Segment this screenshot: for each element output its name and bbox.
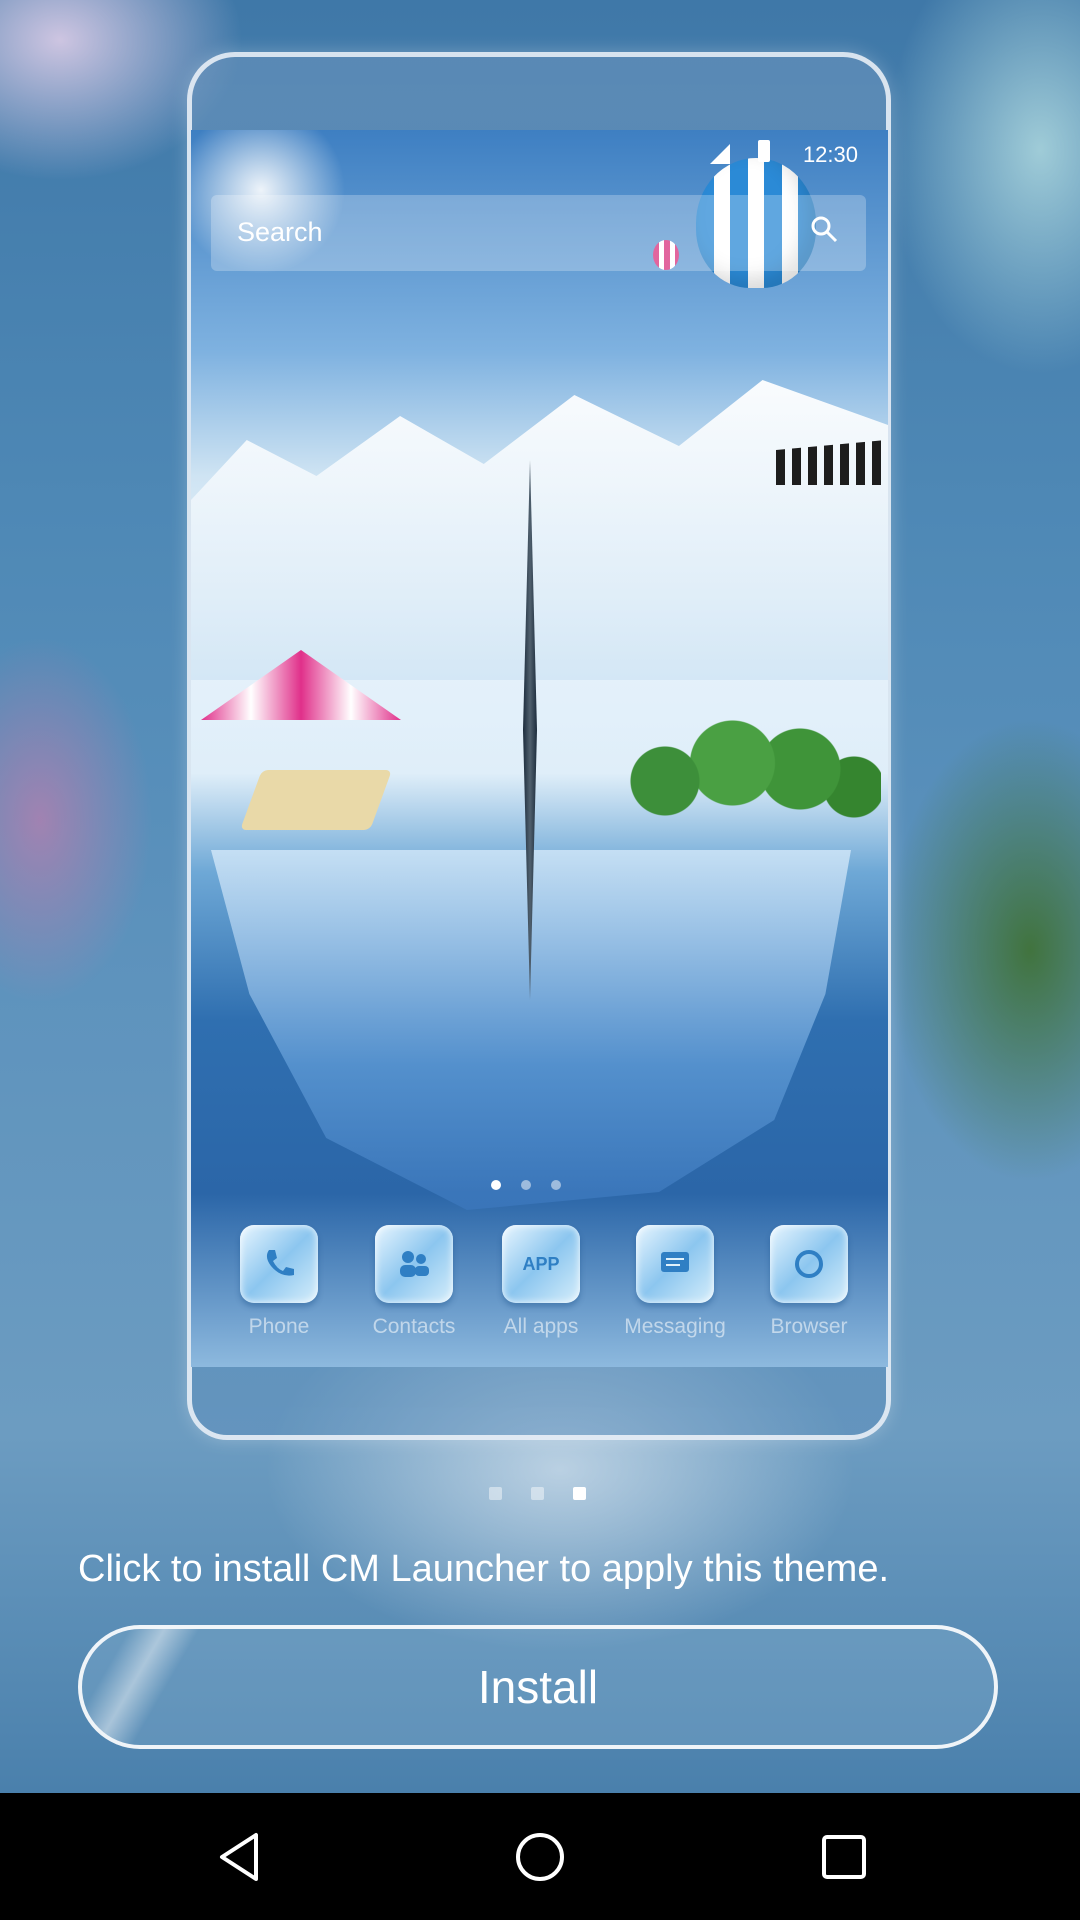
pager-dot[interactable] [531, 1487, 544, 1500]
pager-indicator [489, 1487, 589, 1501]
phone-preview-wallpaper: 12:30 Search Phone Contacts APP All apps… [191, 130, 888, 1367]
dock-item-contacts: Contacts [359, 1225, 469, 1365]
dock-label: Browser [770, 1315, 848, 1338]
button-sheen [82, 1629, 206, 1745]
theme-preview-screen: 12:30 Search Phone Contacts APP All apps… [0, 0, 1080, 1793]
preview-page-dot [551, 1180, 561, 1190]
pager-dot[interactable] [489, 1487, 502, 1500]
dock-item-all-apps: APP All apps [486, 1225, 596, 1365]
phone-icon [240, 1225, 318, 1303]
dock-item-browser: Browser [754, 1225, 864, 1365]
signal-icon [710, 144, 730, 164]
dock-label: All apps [503, 1315, 579, 1338]
preview-dock: Phone Contacts APP All apps Messaging Br… [191, 1225, 888, 1365]
all-apps-icon: APP [502, 1225, 580, 1303]
all-apps-icon-text: APP [522, 1253, 560, 1274]
status-time: 12:30 [802, 142, 858, 167]
dock-label: Phone [248, 1315, 310, 1338]
browser-icon [770, 1225, 848, 1303]
preview-page-indicator [491, 1180, 591, 1192]
install-button[interactable]: Install [78, 1625, 998, 1749]
search-icon [811, 216, 838, 243]
home-icon[interactable] [512, 1829, 568, 1885]
pager-dot-active[interactable] [573, 1487, 586, 1500]
preview-page-dot [491, 1180, 501, 1190]
recents-icon[interactable] [816, 1829, 872, 1885]
dock-label: Messaging [624, 1315, 726, 1338]
system-nav-bar [0, 1793, 1080, 1920]
beach-chair [240, 770, 392, 830]
dock-item-phone: Phone [224, 1225, 334, 1365]
back-icon[interactable] [212, 1829, 268, 1885]
messaging-icon [636, 1225, 714, 1303]
preview-page-dot [521, 1180, 531, 1190]
preview-status-bar: 12:30 [191, 130, 888, 170]
dock-item-messaging: Messaging [620, 1225, 730, 1365]
ice-mountains [191, 380, 888, 680]
battery-icon [758, 140, 770, 162]
search-label: Search [237, 217, 323, 247]
contacts-icon [375, 1225, 453, 1303]
preview-search-bar: Search [211, 195, 866, 271]
install-prompt-text: Click to install CM Launcher to apply th… [78, 1548, 890, 1590]
install-button-label: Install [477, 1661, 599, 1713]
dock-label: Contacts [372, 1315, 456, 1338]
trees [611, 715, 881, 835]
